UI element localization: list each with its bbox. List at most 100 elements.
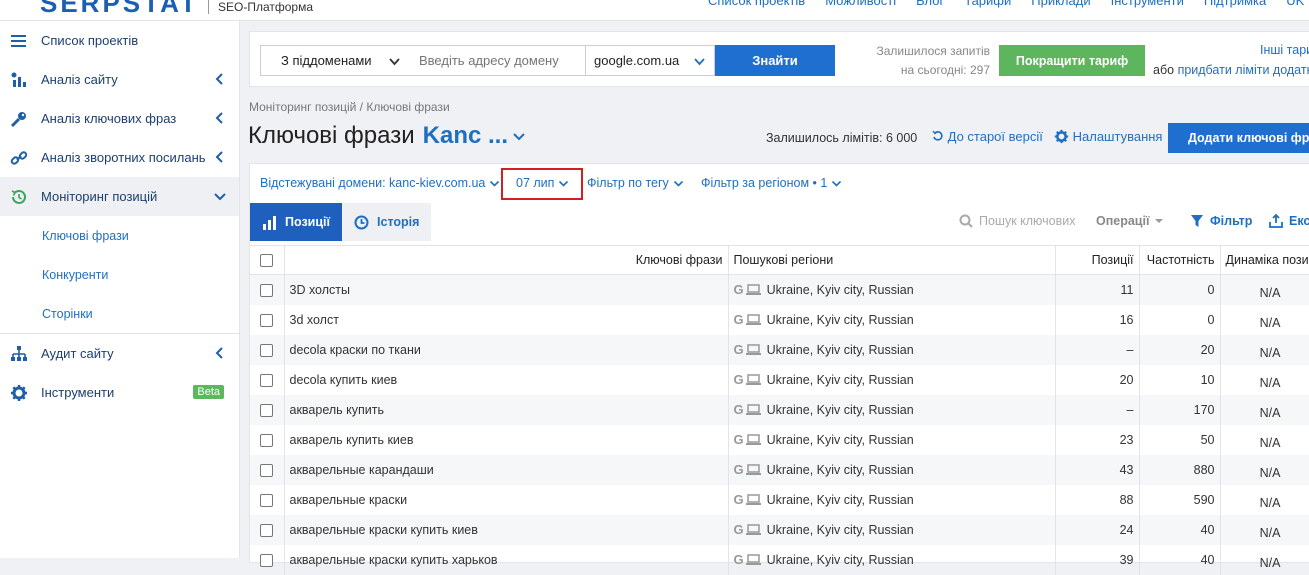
sidebar-item-site-analysis[interactable]: Аналіз сайту [0,60,239,99]
chevron-down-icon [389,58,400,66]
funnel-icon [1191,215,1203,227]
nav-examples[interactable]: Приклади [1031,0,1090,8]
row-checkbox[interactable] [260,493,274,507]
column-header-dynamics[interactable]: Динаміка пози [1220,245,1309,275]
operations-menu[interactable]: Операції [1096,214,1164,228]
dynamics-cell: N/A [1220,394,1309,425]
sidebar-item-keyword-analysis[interactable]: Аналіз ключових фраз [0,99,239,138]
select-all-checkbox[interactable] [260,254,274,268]
keyword-cell[interactable]: акварельные карандаши [284,454,729,485]
keyword-cell[interactable]: 3d холст [284,304,729,335]
region-filter[interactable]: Фільтр за регіоном • 1 [701,176,842,190]
upgrade-plan-button[interactable]: Покращити тариф [999,45,1145,76]
nav-language[interactable]: UK [1286,0,1304,8]
region-text: Ukraine, Kyiv city, Russian [766,522,914,537]
old-version-link[interactable]: До старої версії [932,129,1043,144]
domain-input[interactable] [409,45,586,76]
position-cell: 11 [1055,274,1140,305]
row-checkbox[interactable] [260,553,274,567]
keyword-cell[interactable]: акварель купить киев [284,424,729,455]
sidebar-item-label: Моніторинг позицій [41,189,158,204]
chevron-down-icon[interactable] [512,129,526,143]
nav-pricing[interactable]: Тарифи [964,0,1011,8]
keyword-cell[interactable]: акварель купить [284,394,729,425]
nav-projects-list[interactable]: Список проектів [708,0,805,8]
dynamics-cell: N/A [1220,334,1309,365]
sidebar-subitem-competitors[interactable]: Конкуренти [0,255,239,294]
monitoring-icon [11,189,26,204]
tracked-domains-filter[interactable]: Відстежувані домени: kanc-kiev.com.ua [260,176,500,190]
tab-history[interactable]: Історія [342,203,432,241]
dynamics-cell: N/A [1220,514,1309,545]
filter-button[interactable]: Фільтр [1190,214,1252,228]
search-engine-select[interactable]: google.com.ua [585,45,715,76]
sidebar-item-monitoring[interactable]: Моніторинг позицій [0,177,239,216]
row-checkbox[interactable] [260,373,274,387]
tab-positions[interactable]: Позиції [250,203,343,241]
keyword-search[interactable]: Пошук ключових [959,214,1076,228]
chevron-left-icon [215,347,223,359]
sidebar-item-label: Аудит сайту [41,346,114,361]
caret-down-icon [1154,219,1163,223]
nav-features[interactable]: Можливості [825,0,896,8]
desktop-icon [745,284,761,296]
sidebar-item-tools[interactable]: Інструменти Beta [0,373,239,412]
row-checkbox[interactable] [260,403,274,417]
keyword-cell[interactable]: decola купить киев [284,364,729,395]
sidebar-item-backlinks[interactable]: Аналіз зворотних посилань [0,138,239,177]
region-info: G Ukraine, Kyiv city, Russian [734,462,1050,477]
export-label: Екс [1289,214,1309,228]
row-checkbox[interactable] [260,463,274,477]
subdomain-mode-select[interactable]: З піддоменами [260,45,410,76]
row-select-cell [250,304,285,335]
date-highlight-box [501,168,583,200]
google-icon: G [733,432,744,447]
google-icon: G [733,462,744,477]
row-checkbox[interactable] [260,433,274,447]
row-checkbox[interactable] [260,313,274,327]
sidebar-item-projects[interactable]: Список проектів [0,21,239,60]
row-checkbox[interactable] [260,523,274,537]
keyword-cell[interactable]: decola краски по ткани [284,334,729,365]
column-header-positions[interactable]: Позиції [1055,245,1140,275]
find-button[interactable]: Знайти [715,45,835,76]
column-header-frequency[interactable]: Частотність [1139,245,1221,275]
sidebar-subitem-pages[interactable]: Сторінки [0,294,239,333]
position-cell: – [1055,334,1140,365]
sidebar-item-label: Інструменти [41,385,115,400]
keyword-cell[interactable]: акварельные краски [284,484,729,515]
other-plans-link[interactable]: Інші тари [1260,43,1309,57]
settings-link[interactable]: Налаштування [1054,129,1162,144]
row-checkbox[interactable] [260,343,274,357]
dynamics-cell: N/A [1220,454,1309,485]
position-cell: 24 [1055,514,1140,545]
nav-tools[interactable]: Інструменти [1111,0,1184,8]
buy-limits-link[interactable]: придбати ліміти додатко [1178,63,1309,77]
region-cell: G Ukraine, Kyiv city, Russian [728,304,1056,335]
google-icon: G [733,312,744,327]
frequency-cell: 0 [1139,304,1221,335]
region-text: Ukraine, Kyiv city, Russian [766,492,914,507]
row-select-cell [250,514,285,545]
keyword-cell[interactable]: акварельные краски купить харьков [284,544,729,575]
row-checkbox[interactable] [260,283,274,297]
add-keywords-button[interactable]: Додати ключові фраз [1168,123,1309,153]
export-button[interactable]: Екс [1269,214,1309,228]
sidebar-subitem-keywords[interactable]: Ключові фрази [0,216,239,255]
nav-support[interactable]: Підтримка [1204,0,1266,8]
search-engine-value: google.com.ua [594,53,680,68]
sidebar-item-audit[interactable]: Аудит сайту [0,334,239,373]
platform-subtitle: SEO-Платформа [218,0,314,14]
keyword-cell[interactable]: акварельные краски купить киев [284,514,729,545]
dynamics-cell: N/A [1220,424,1309,455]
column-header-regions[interactable]: Пошукові регіони [728,245,1056,275]
google-icon: G [733,342,744,357]
column-header-keywords[interactable]: Ключові фрази [284,245,729,275]
serpstat-logo[interactable]: SERPSTAT [40,0,199,19]
select-all-cell [250,245,285,275]
project-selector[interactable]: Kanc ... [423,122,508,149]
tag-filter[interactable]: Фільтр по тегу [587,176,684,190]
dynamics-cell: N/A [1220,304,1309,335]
keyword-cell[interactable]: 3D холсты [284,274,729,305]
nav-blog[interactable]: Блог [916,0,944,8]
